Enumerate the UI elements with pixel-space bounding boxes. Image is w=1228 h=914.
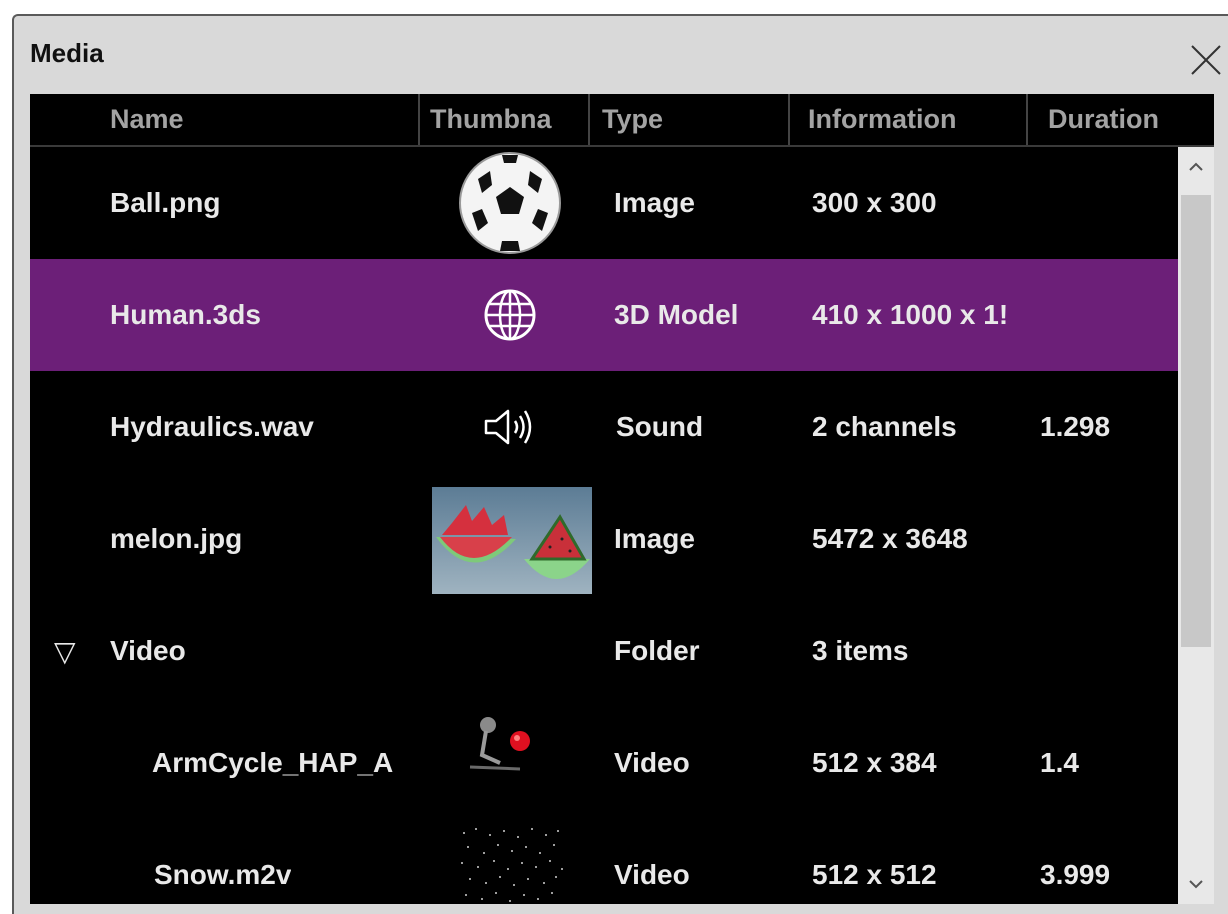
media-duration: 1.4 bbox=[1040, 747, 1079, 778]
media-information: 410 x 1000 x 1! bbox=[812, 299, 1009, 330]
media-type: Folder bbox=[614, 635, 700, 666]
media-information: 512 x 512 bbox=[812, 859, 937, 890]
media-type: 3D Model bbox=[614, 299, 739, 330]
window-title: Media bbox=[30, 38, 104, 68]
media-information: 512 x 384 bbox=[812, 747, 937, 778]
column-divider[interactable] bbox=[788, 94, 790, 145]
column-divider[interactable] bbox=[418, 94, 420, 145]
media-row[interactable]: Snow.m2v Video 512 x 512 3.999 bbox=[30, 819, 1178, 904]
column-header-name[interactable]: Name bbox=[98, 94, 418, 145]
thumbnail bbox=[460, 711, 544, 781]
media-duration: 1.298 bbox=[1040, 411, 1111, 442]
media-row[interactable]: melon.jpg Image 5472 x 3648 bbox=[30, 483, 1178, 595]
thumbnail bbox=[456, 823, 566, 904]
thumbnail bbox=[482, 407, 542, 447]
speaker-icon bbox=[484, 409, 532, 445]
media-type: Image bbox=[614, 187, 695, 218]
column-header-row: Name Thumbna Type Information Duration bbox=[30, 94, 1214, 147]
close-icon bbox=[1191, 45, 1221, 75]
media-row[interactable]: Hydraulics.wav Sound 2 channels 1.298 bbox=[30, 371, 1178, 483]
scroll-down-icon[interactable] bbox=[1178, 864, 1214, 904]
snow-video-thumb bbox=[461, 828, 563, 902]
column-header-type[interactable]: Type bbox=[590, 94, 788, 145]
media-name: Hydraulics.wav bbox=[110, 411, 314, 442]
vertical-scrollbar[interactable] bbox=[1178, 147, 1214, 904]
media-type: Video bbox=[614, 859, 690, 890]
column-header-information[interactable]: Information bbox=[796, 94, 1026, 145]
media-duration: 3.999 bbox=[1040, 859, 1111, 890]
media-type: Image bbox=[614, 523, 695, 554]
robot-arm-video-thumb bbox=[469, 717, 530, 771]
thumbnail bbox=[432, 487, 592, 594]
expand-toggle-icon[interactable]: ▽ bbox=[54, 595, 76, 707]
column-header-thumbnail[interactable]: Thumbna bbox=[428, 94, 588, 145]
media-row-selected[interactable]: Human.3ds 3D Model 410 x 1000 x 1! bbox=[30, 259, 1178, 371]
globe-icon bbox=[484, 289, 536, 341]
media-name: Ball.png bbox=[110, 187, 221, 218]
watermelon-photo bbox=[432, 487, 592, 594]
media-information: 3 items bbox=[812, 635, 909, 666]
scroll-up-icon[interactable] bbox=[1178, 147, 1214, 187]
media-information: 2 channels bbox=[812, 411, 957, 442]
media-name: ArmCycle_HAP_A bbox=[152, 747, 394, 778]
media-list: Name Thumbna Type Information Duration B… bbox=[30, 94, 1214, 904]
media-row[interactable]: Ball.png Image 300 x 300 bbox=[30, 147, 1178, 259]
media-information: 5472 x 3648 bbox=[812, 523, 968, 554]
media-information: 300 x 300 bbox=[812, 187, 937, 218]
folder-name: Video bbox=[110, 635, 186, 666]
soccer-ball-icon bbox=[459, 152, 561, 254]
thumbnail bbox=[482, 287, 538, 343]
media-name: Snow.m2v bbox=[154, 859, 292, 890]
folder-row[interactable]: ▽ Video Folder 3 items bbox=[30, 595, 1178, 707]
media-row[interactable]: ArmCycle_HAP_A Video 512 x 384 1.4 bbox=[30, 707, 1178, 819]
column-header-duration[interactable]: Duration bbox=[1036, 94, 1214, 145]
close-button[interactable] bbox=[1186, 40, 1226, 80]
media-type: Video bbox=[614, 747, 690, 778]
scrollbar-thumb[interactable] bbox=[1181, 195, 1211, 647]
media-name: Human.3ds bbox=[110, 299, 261, 330]
media-name: melon.jpg bbox=[110, 523, 243, 554]
media-rows: Ball.png Image 300 x 300 Human.3ds 3D Mo… bbox=[30, 147, 1178, 904]
thumbnail bbox=[456, 149, 564, 257]
media-window: Media Name Thumbna Type Information Dura… bbox=[12, 14, 1228, 914]
media-type: Sound bbox=[616, 411, 704, 442]
column-divider[interactable] bbox=[1026, 94, 1028, 145]
